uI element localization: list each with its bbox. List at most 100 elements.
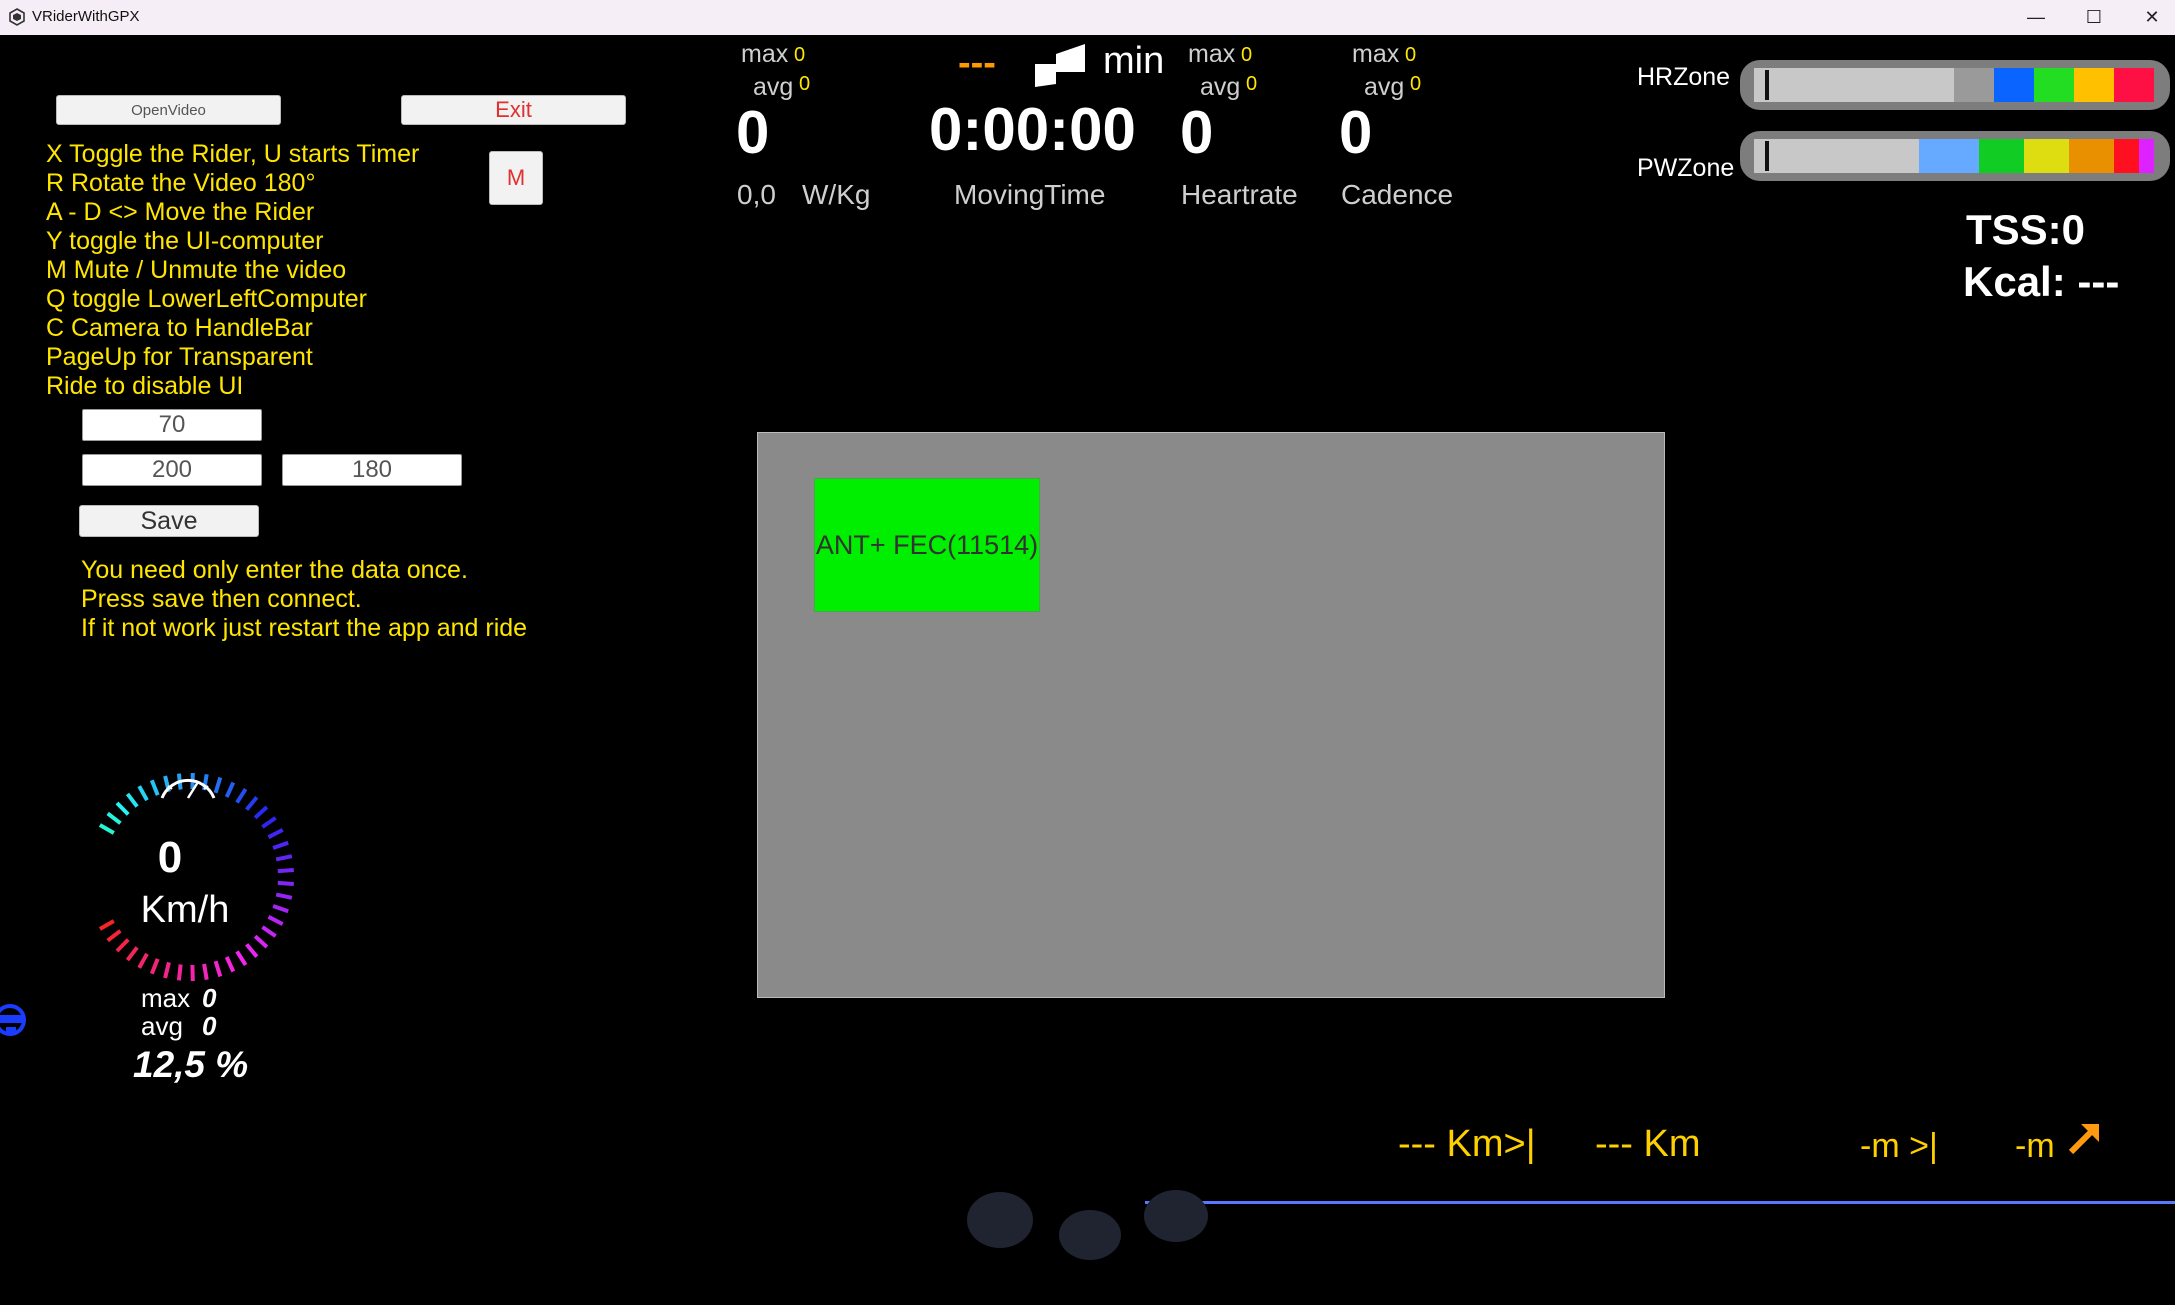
maximize-button[interactable]: ☐ (2063, 0, 2125, 35)
speedometer-tick (267, 828, 284, 839)
weight-input[interactable]: 70 (82, 409, 262, 441)
help-line-move: A - D <> Move the Rider (46, 198, 315, 226)
mute-label: M (506, 165, 526, 190)
help-line-camera: C Camera to HandleBar (46, 314, 313, 342)
pwzone-segment (1919, 139, 1979, 173)
heartrate-value: 0 (1180, 99, 1214, 166)
ant-fec-device-button[interactable]: ANT+ FEC(11514) (814, 478, 1040, 612)
speedometer-tick (213, 776, 223, 794)
exit-button[interactable]: Exit (401, 95, 626, 125)
speedometer-tick (115, 938, 130, 953)
pwzone-segments (1754, 139, 2154, 173)
save-button[interactable]: Save (79, 505, 259, 537)
hrzone-segment (1954, 68, 1994, 102)
save-label: Save (140, 506, 198, 535)
hrzone-label: HRZone (1637, 63, 1731, 91)
kcal-value: --- (2077, 258, 2120, 305)
speedometer-tick (106, 811, 122, 825)
hr-max-value: 0 (1241, 44, 1253, 66)
pwzone-segment (1979, 139, 2024, 173)
speedometer-tick (245, 796, 259, 811)
heartrate-caption: Heartrate (1181, 179, 1298, 210)
pwzone-marker (1765, 141, 1769, 171)
speedometer-tick (253, 805, 269, 820)
power-value: 0 (736, 99, 770, 166)
control-circle-left[interactable] (967, 1192, 1033, 1248)
speed-avg-value: 0 (202, 1011, 217, 1041)
speedometer-tick (125, 792, 139, 808)
speedometer-tick (277, 868, 294, 874)
open-video-button[interactable]: OpenVideo (56, 95, 281, 125)
control-circle-right[interactable] (1144, 1190, 1208, 1242)
tss-readout: TSS:0 (1966, 206, 2085, 254)
speedometer-tick (272, 840, 289, 850)
hrzone-segment (1754, 68, 1954, 102)
flag-icon (1035, 44, 1085, 87)
pwzone-segment (1754, 139, 1919, 173)
speedometer-tick (275, 854, 293, 862)
speed-max-value: 0 (202, 983, 217, 1013)
help-line-rotate: R Rotate the Video 180° (46, 169, 316, 197)
elevation-profile-line (1145, 1201, 2175, 1204)
mute-button[interactable]: M (489, 151, 543, 205)
pwzone-segment (2069, 139, 2114, 173)
speed-max-label: max (141, 983, 191, 1013)
info-line-once: You need only enter the data once. (81, 556, 468, 584)
kcal-label: Kcal: (1963, 258, 2066, 305)
speedometer-tick (137, 785, 149, 802)
pwzone-segment (2139, 139, 2154, 173)
hrzone-segments (1754, 68, 2154, 102)
ftp-input[interactable]: 200 (82, 454, 262, 486)
info-line-restart: If it not work just restart the app and … (81, 614, 528, 642)
speedometer-tick (245, 943, 259, 958)
moving-time-caption: MovingTime (954, 179, 1106, 210)
speedometer-tick (253, 934, 269, 949)
speedometer-tick (235, 788, 248, 804)
pwzone-segment (2114, 139, 2139, 173)
open-video-label: OpenVideo (131, 101, 206, 119)
pwzone-bar (1740, 131, 2170, 181)
help-line-mute: M Mute / Unmute the video (46, 256, 347, 284)
cadence-caption: Cadence (1341, 179, 1454, 210)
time-unit: min (1103, 40, 1165, 82)
help-line-ui-computer: Y toggle the UI-computer (46, 227, 324, 255)
help-line-toggle-rider: X Toggle the Rider, U starts Timer (46, 140, 420, 168)
speedometer-tick (224, 956, 236, 973)
maxhr-input[interactable]: 180 (282, 454, 462, 486)
wkg-value: 0,0 (737, 179, 776, 210)
cadence-value: 0 (1339, 99, 1373, 166)
device-panel: ANT+ FEC(11514) (757, 432, 1665, 998)
minimize-button[interactable]: — (2005, 0, 2067, 35)
help-line-transparent: PageUp for Transparent (46, 343, 313, 371)
climb-arrow-icon (2068, 1124, 2099, 1155)
hr-max-label: max (1188, 40, 1236, 68)
elevation-value: -m (2015, 1127, 2055, 1165)
speed-unit: Km/h (140, 889, 230, 931)
speedometer-tick (224, 781, 236, 798)
time-dashes: --- (958, 42, 996, 84)
wkg-unit: W/Kg (802, 179, 871, 210)
speedometer-tick (213, 960, 223, 978)
close-button[interactable]: ✕ (2121, 0, 2175, 35)
grade-value: 12,5 % (133, 1044, 249, 1085)
tss-label: TSS: (1966, 206, 2062, 253)
rider-marker-icon (0, 1004, 26, 1036)
tss-value: 0 (2061, 206, 2086, 253)
speedometer-tick (106, 929, 122, 943)
meters-to-end: -m >| (1860, 1127, 1938, 1165)
power-avg-value: 0 (799, 73, 811, 95)
speed-avg-label: avg (141, 1011, 183, 1041)
speedometer-tick (137, 952, 149, 969)
title-bar: VRiderWithGPX — ☐ ✕ (0, 0, 2175, 35)
ant-fec-label: ANT+ FEC(11514) (815, 529, 1039, 560)
hr-avg-value: 0 (1246, 73, 1258, 95)
kcal-readout: Kcal: --- (1963, 258, 2119, 306)
speedometer-tick (261, 816, 277, 829)
exit-label: Exit (495, 97, 532, 122)
speedometer-tick (125, 946, 139, 962)
power-max-value: 0 (794, 44, 806, 66)
speedometer-tick (176, 964, 183, 981)
hrzone-segment (2034, 68, 2074, 102)
speedometer-tick (235, 950, 248, 966)
control-circle-center[interactable] (1059, 1210, 1121, 1260)
